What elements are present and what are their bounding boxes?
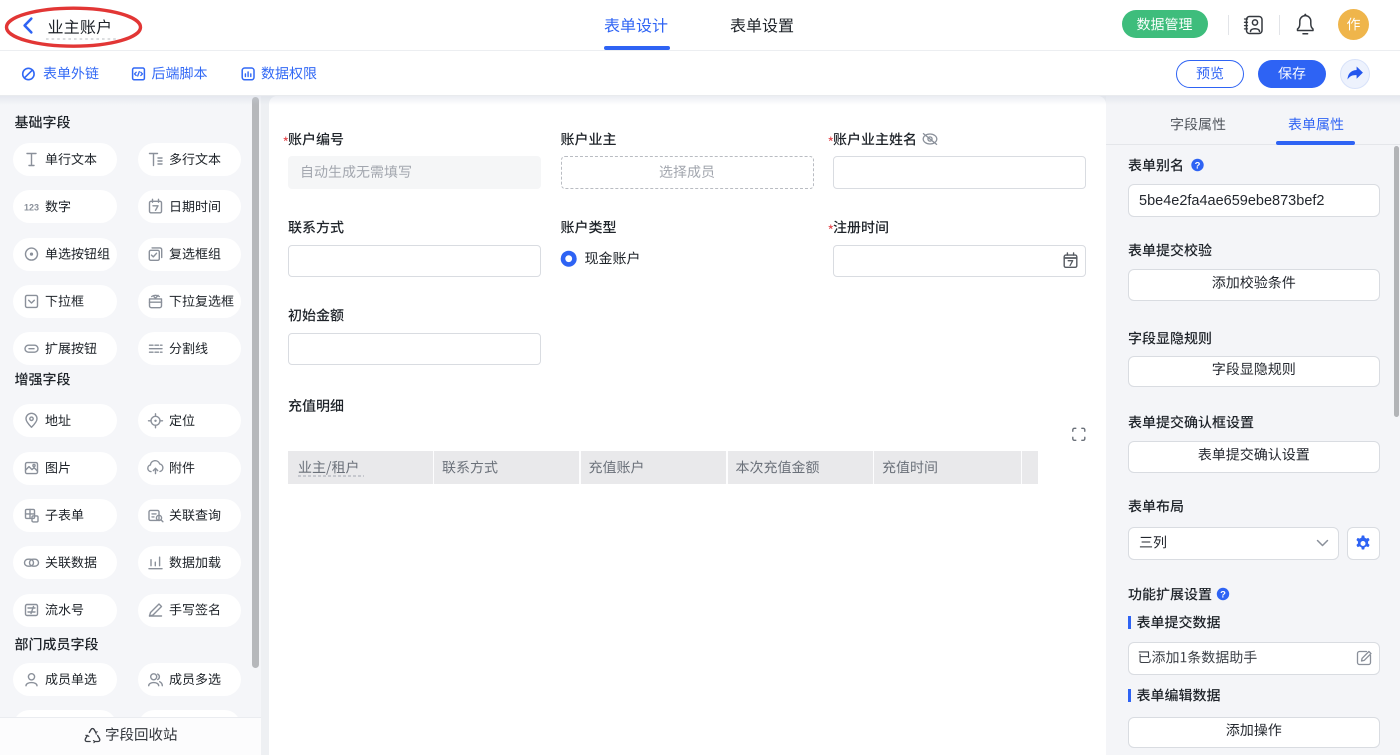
svg-text:123: 123 (24, 202, 39, 212)
svg-text:5be4e2fa4ae659ebe873bef2: 5be4e2fa4ae659ebe873bef2 (1139, 193, 1324, 209)
svg-text:?: ? (1195, 160, 1201, 171)
svg-text:?: ? (1220, 589, 1226, 600)
